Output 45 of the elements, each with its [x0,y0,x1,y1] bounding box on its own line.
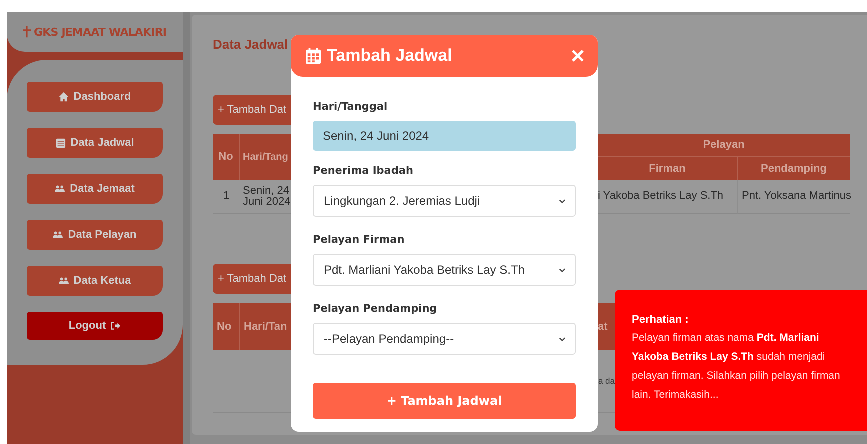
calendar-icon [306,48,321,64]
nav-button[interactable]: Data Jemaat [27,174,163,204]
empty-message: a da [598,376,615,386]
add-data-button[interactable]: + Tambah Dat [213,95,291,125]
table-header: Hari/Tang [240,134,291,180]
date-field[interactable]: Senin, 24 Juni 2024 [313,121,576,151]
page-title: Data Jadwal [213,37,290,52]
field-label: Hari/Tanggal [313,101,389,113]
field-label: Pelayan Pendamping [313,303,438,315]
toast-message: Pelayan firman atas nama Pdt. Marliani Yakoba Betriks Lay S.Th sudah menjadi pelayan firman. Silahkan pilih pelayan firman lain. Terimakasih... [632,331,842,403]
submit-button[interactable]: + Tambah Jadwal [313,383,576,419]
close-icon[interactable] [572,50,584,62]
select-field[interactable]: Pdt. Marliani Yakoba Betriks Lay S.Th [313,254,576,286]
field-label: Pelayan Firman [313,234,406,246]
table-cell: Pnt. Yoksana Martinus [738,180,850,214]
table-header: Firman [598,157,738,180]
field-label: Penerima Ibadah [313,165,414,177]
select-field[interactable]: --Pelayan Pendamping-- [313,323,576,355]
home-icon [58,92,69,102]
users-icon [53,230,64,240]
modal-title: Tambah Jadwal [327,46,454,66]
chevron-down-icon [559,336,566,342]
table-header: Pelayan [598,134,850,157]
users-icon [55,184,66,194]
nav-button[interactable]: Data Pelayan [27,220,163,250]
brand-name: GKS JEMAAT WALAKIRI [34,26,167,38]
logout-button[interactable]: Logout [27,312,163,340]
add-data-button[interactable]: + Tambah Dat [213,264,291,294]
logout-icon [111,321,122,331]
users-icon [58,276,69,286]
chevron-down-icon [559,268,566,272]
table-header: Pendamping [738,157,850,180]
table-header: at [598,303,615,350]
table-cell: 1 [213,180,240,214]
table-header: No [213,134,240,180]
table-header: Hari/Tan [240,303,291,350]
toast-title: Perhatian : [632,314,690,326]
nav-button[interactable]: Dashboard [27,82,163,112]
calendar-icon [56,138,66,148]
nav-button[interactable]: Data Ketua [27,266,163,296]
table-header: No [213,303,240,350]
select-field[interactable]: Lingkungan 2. Jeremias Ludji [313,185,576,217]
nav-button[interactable]: Data Jadwal [27,128,163,158]
chevron-down-icon [559,198,566,204]
cross-icon [23,26,31,38]
